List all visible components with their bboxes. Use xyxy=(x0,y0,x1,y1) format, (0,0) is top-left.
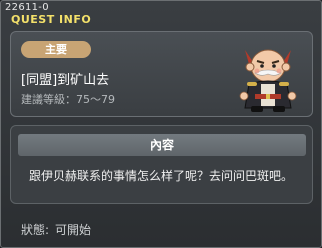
content-text: 跟伊贝赫联系的事情怎么样了呢？去问问巴斑吧。 xyxy=(29,169,294,183)
status-label: 狀態: xyxy=(21,223,50,237)
quest-content-panel: 內容 跟伊贝赫联系的事情怎么样了呢？去问问巴斑吧。 xyxy=(10,125,313,204)
quest-summary-panel: 主要 [同盟]到矿山去 建議等級：75～79 xyxy=(10,31,313,117)
quest-id: 22611-0 xyxy=(5,2,49,13)
recommended-level: 建議等級：75～79 xyxy=(21,91,115,107)
window-title: QUEST INFO xyxy=(11,13,92,26)
content-header: 內容 xyxy=(18,134,306,156)
quest-type-badge: 主要 xyxy=(21,41,91,58)
status-value: 可開始 xyxy=(55,223,92,237)
level-label: 建議等級： xyxy=(21,93,76,106)
npc-portrait-icon xyxy=(239,49,297,112)
level-range: 75～79 xyxy=(76,93,115,106)
quest-name: [同盟]到矿山去 xyxy=(21,73,110,88)
quest-status: 狀態: 可開始 xyxy=(21,221,91,238)
title-bar[interactable]: 22611-0 QUEST INFO xyxy=(5,2,205,26)
quest-info-window: 22611-0 QUEST INFO 主要 [同盟]到矿山去 建議等級：75～7… xyxy=(0,0,322,248)
